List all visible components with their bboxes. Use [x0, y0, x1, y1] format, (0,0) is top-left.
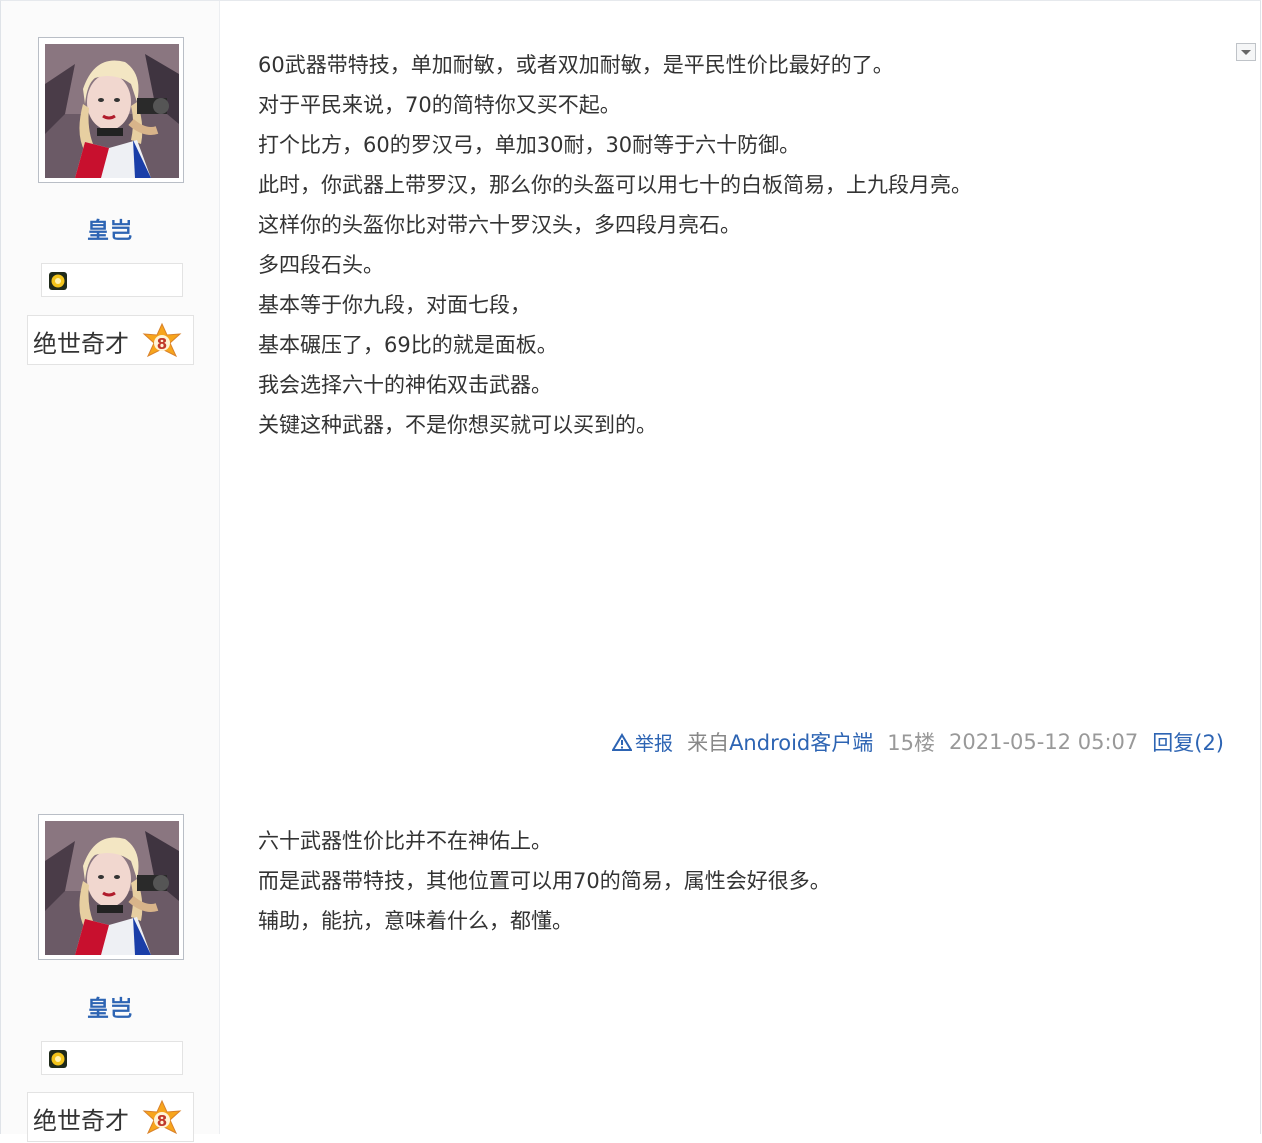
post-source: 来自Android客户端 — [687, 727, 873, 757]
level-title: 绝世奇才 — [33, 330, 129, 358]
post-menu-dropdown[interactable] — [1236, 43, 1256, 61]
post-16: 皇岂 绝世奇才 8 六十武器性价比并不在神佑上。 而是武器带特技，其他位置可以用… — [0, 781, 1261, 1142]
warning-icon — [612, 733, 633, 751]
level-badge-icon: 8 — [142, 322, 182, 362]
report-label[interactable]: 举报 — [635, 729, 673, 756]
level-number: 8 — [157, 335, 167, 353]
content-line: 关键这种武器，不是你想买就可以买到的。 — [258, 413, 657, 437]
username[interactable]: 皇岂 — [1, 991, 219, 1023]
post-time: 2021-05-12 05:07 — [949, 730, 1139, 754]
author-sidebar: 皇岂 绝世奇才 8 — [1, 1, 220, 781]
floor-number: 15楼 — [887, 731, 935, 755]
content-line: 基本碾压了，69比的就是面板。 — [258, 333, 558, 357]
content-line: 而是武器带特技，其他位置可以用70的简易，属性会好很多。 — [258, 869, 831, 893]
content-line: 打个比方，60的罗汉弓，单加30耐，30耐等于六十防御。 — [258, 133, 801, 157]
content-line: 我会选择六十的神佑双击武器。 — [258, 373, 552, 397]
level-box: 绝世奇才 8 — [27, 315, 194, 365]
chevron-down-icon — [1241, 50, 1251, 55]
content-line: 60武器带特技，单加耐敏，或者双加耐敏，是平民性价比最好的了。 — [258, 53, 894, 77]
honor-badge-box — [41, 263, 183, 297]
post-content: 60武器带特技，单加耐敏，或者双加耐敏，是平民性价比最好的了。 对于平民来说，7… — [258, 45, 1218, 445]
client-link[interactable]: Android客户端 — [729, 731, 873, 755]
post-tail: 举报 来自Android客户端 15楼 2021-05-12 05:07 回复(… — [612, 726, 1224, 758]
content-line: 对于平民来说，70的简特你又买不起。 — [258, 93, 621, 117]
username[interactable]: 皇岂 — [1, 213, 219, 245]
avatar[interactable] — [45, 44, 179, 178]
avatar-frame[interactable] — [38, 37, 184, 183]
avatar[interactable] — [45, 821, 179, 955]
level-badge-icon: 8 — [142, 1099, 182, 1139]
honor-badge-icon[interactable] — [48, 1049, 68, 1069]
post-15: 皇岂 绝世奇才 8 60武器带特技，单加耐敏，或者双加耐敏，是平民性价比最好的了… — [0, 0, 1261, 782]
report-link[interactable]: 举报 — [612, 729, 673, 756]
source-prefix: 来自 — [687, 731, 730, 755]
level-title: 绝世奇才 — [33, 1107, 129, 1135]
honor-badge-box — [41, 1041, 183, 1075]
content-line: 多四段石头。 — [258, 253, 384, 277]
content-line: 此时，你武器上带罗汉，那么你的头盔可以用七十的白板简易，上九段月亮。 — [258, 173, 972, 197]
level-number: 8 — [157, 1112, 167, 1130]
content-line: 六十武器性价比并不在神佑上。 — [258, 829, 552, 853]
content-line: 这样你的头盔你比对带六十罗汉头，多四段月亮石。 — [258, 213, 741, 237]
post-content: 六十武器性价比并不在神佑上。 而是武器带特技，其他位置可以用70的简易，属性会好… — [258, 821, 1218, 941]
reply-link[interactable]: 回复(2) — [1152, 727, 1224, 757]
avatar-frame[interactable] — [38, 814, 184, 960]
author-sidebar: 皇岂 绝世奇才 8 — [1, 781, 220, 1142]
content-line: 辅助，能抗，意味着什么，都懂。 — [258, 909, 573, 933]
content-line: 基本等于你九段，对面七段， — [258, 293, 531, 317]
level-box: 绝世奇才 8 — [27, 1092, 194, 1142]
honor-badge-icon[interactable] — [48, 271, 68, 291]
